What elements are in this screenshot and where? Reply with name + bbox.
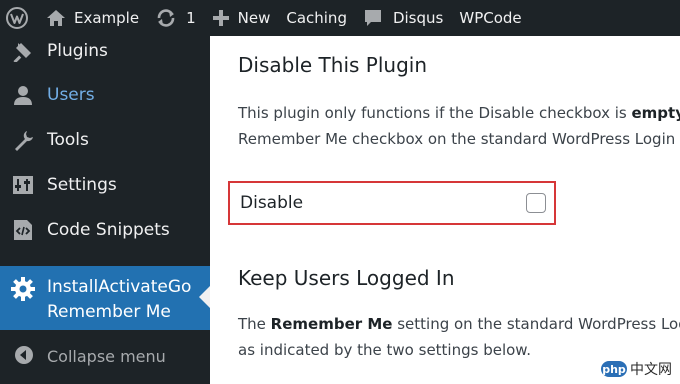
plus-icon — [212, 9, 230, 27]
description-text: This plugin only functions if the Disabl… — [238, 104, 632, 122]
disable-setting-row: Disable — [228, 181, 556, 225]
php-logo: php — [601, 361, 627, 377]
main-content: Disable This Plugin This plugin only fun… — [210, 36, 680, 384]
disable-checkbox[interactable] — [526, 193, 546, 213]
admin-sidebar: Plugins Users Tools Settings Code Snippe… — [0, 36, 210, 384]
disqus-label: Disqus — [392, 9, 444, 27]
section-description-line2: Remember Me checkbox on the standard Wor… — [238, 130, 676, 148]
home-icon — [46, 9, 66, 27]
users-icon — [10, 82, 36, 108]
disable-label: Disable — [240, 193, 304, 213]
collapse-icon — [14, 345, 36, 367]
sidebar-current-line1: InstallActivateGo — [47, 277, 192, 297]
updates-icon — [155, 8, 177, 28]
wpcode-label: WPCode — [459, 9, 522, 27]
description-text: setting on the standard WordPress Log — [392, 315, 680, 333]
current-menu-arrow — [199, 286, 210, 308]
watermark: php 中文网 — [597, 358, 676, 380]
new-content-link[interactable]: New — [204, 0, 279, 36]
section-title-disable-plugin: Disable This Plugin — [238, 53, 427, 77]
description-text: The — [238, 315, 271, 333]
code-snippets-icon — [10, 217, 36, 243]
watermark-text: 中文网 — [630, 362, 672, 378]
tools-icon — [10, 127, 36, 153]
collapse-menu-label: Collapse menu — [47, 346, 166, 366]
sidebar-item-label: Tools — [47, 129, 89, 150]
settings-icon — [10, 172, 36, 198]
gear-icon — [10, 276, 36, 302]
plugins-icon — [10, 38, 36, 64]
description-bold: Remember Me — [270, 315, 393, 333]
section-description-line1: This plugin only functions if the Disabl… — [238, 100, 680, 126]
comment-icon — [363, 8, 383, 28]
sidebar-item-users[interactable]: Users — [0, 72, 210, 117]
sidebar-item-label: Code Snippets — [47, 219, 170, 240]
description-bold: empty — [631, 104, 680, 122]
site-name-label: Example — [74, 9, 140, 27]
sidebar-item-label: Users — [47, 84, 95, 105]
updates-count: 1 — [186, 9, 196, 27]
sidebar-current-label: InstallActivateGo Remember Me — [47, 275, 191, 325]
wpcode-link[interactable]: WPCode — [451, 0, 529, 36]
sidebar-item-settings[interactable]: Settings — [0, 162, 210, 207]
sidebar-item-tools[interactable]: Tools — [0, 117, 210, 162]
disqus-link[interactable]: Disqus — [355, 0, 451, 36]
section2-description-line1: The Remember Me setting on the standard … — [238, 311, 680, 337]
collapse-menu-button[interactable]: Collapse menu — [0, 336, 210, 376]
sidebar-item-label: Settings — [47, 174, 117, 195]
sidebar-item-installactivatego[interactable]: InstallActivateGo Remember Me — [0, 266, 210, 330]
wordpress-logo-icon — [6, 7, 28, 29]
sidebar-item-plugins[interactable]: Plugins — [0, 28, 210, 73]
caching-label: Caching — [286, 9, 347, 27]
caching-link[interactable]: Caching — [278, 0, 355, 36]
sidebar-item-label: Plugins — [47, 40, 108, 61]
new-label: New — [237, 9, 271, 27]
sidebar-current-line2: Remember Me — [47, 302, 171, 322]
section-title-keep-logged-in: Keep Users Logged In — [238, 266, 455, 290]
sidebar-item-code-snippets[interactable]: Code Snippets — [0, 207, 210, 252]
